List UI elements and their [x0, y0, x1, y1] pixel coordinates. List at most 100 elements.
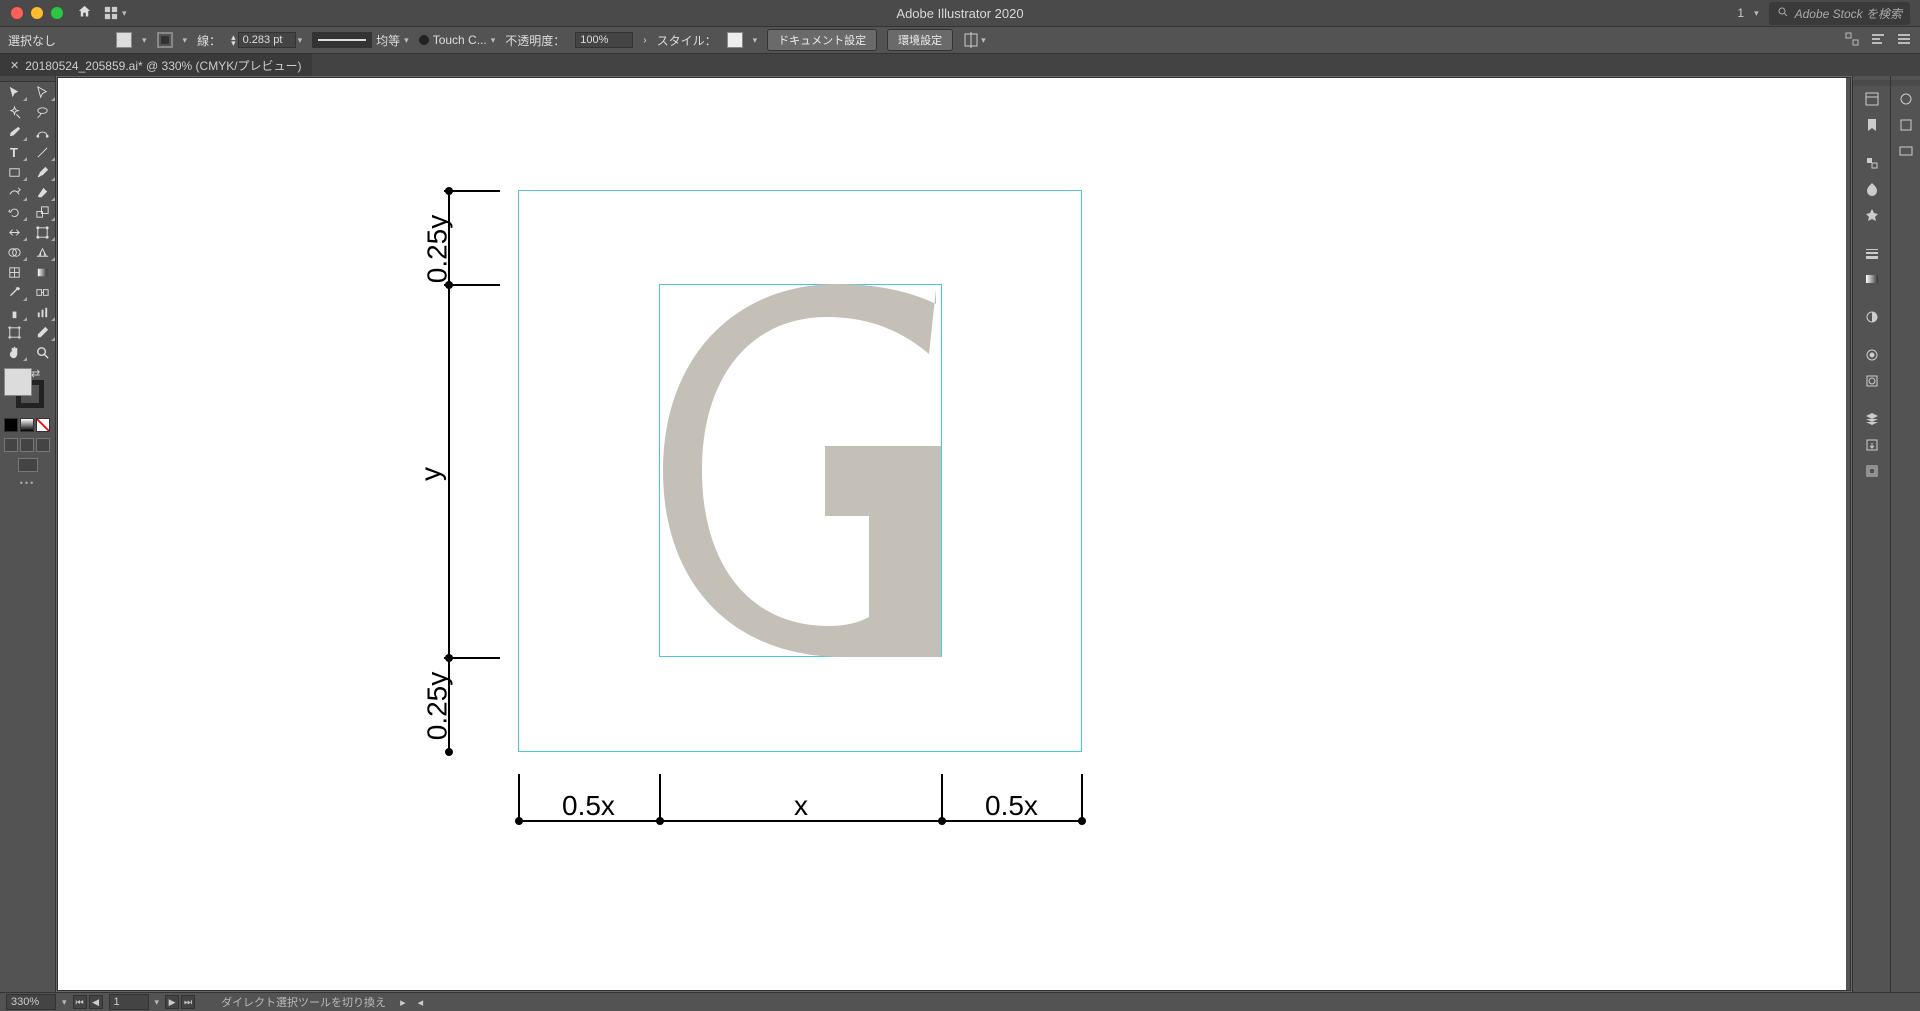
first-artboard-button[interactable]: ⏮	[73, 995, 87, 1009]
chevron-down-icon[interactable]: ▾	[753, 35, 758, 46]
status-overflow-arrow[interactable]: ◂	[418, 996, 424, 1009]
asset-export-panel-button[interactable]	[1857, 433, 1887, 457]
mesh-tool[interactable]	[0, 262, 28, 282]
eyedropper-tool[interactable]	[0, 282, 28, 302]
artboard-tool[interactable]	[0, 322, 28, 342]
stock-search[interactable]: Adobe Stock を検索	[1769, 2, 1910, 25]
panel-grip[interactable]	[1891, 80, 1920, 86]
zoom-tool[interactable]	[28, 342, 56, 362]
chevron-down-icon[interactable]: ▾	[155, 997, 160, 1008]
direct-selection-tool[interactable]	[28, 82, 56, 102]
opacity-arrow-icon[interactable]: ›	[643, 35, 646, 46]
panel-icon[interactable]	[1891, 113, 1920, 137]
status-menu-arrow[interactable]: ▸	[400, 996, 406, 1009]
appearance-panel-button[interactable]	[1857, 343, 1887, 367]
hand-tool[interactable]	[0, 342, 28, 362]
canvas[interactable]: 0.25y y 0.25y 0.5x x 0.5x	[58, 78, 1850, 990]
stroke-weight-stepper[interactable]: ▴▾ 0.283 pt ▾	[231, 32, 302, 48]
fill-color-proxy[interactable]	[4, 368, 32, 396]
draw-behind-button[interactable]	[20, 438, 34, 452]
blend-tool[interactable]	[28, 282, 56, 302]
color-solid-button[interactable]	[4, 418, 18, 432]
minimize-window-button[interactable]	[31, 7, 43, 19]
chevron-down-icon[interactable]: ▾	[183, 35, 188, 46]
gradient-panel-button[interactable]	[1857, 267, 1887, 291]
artboards-panel-button[interactable]	[1857, 459, 1887, 483]
next-artboard-button[interactable]: ▶	[165, 995, 179, 1009]
document-tab[interactable]: ✕ 20180524_205859.ai* @ 330% (CMYK/プレビュー…	[0, 54, 312, 76]
rectangle-tool[interactable]	[0, 162, 28, 182]
fill-swatch[interactable]	[116, 32, 132, 48]
selection-tool[interactable]	[0, 82, 28, 102]
transparency-panel-button[interactable]	[1857, 305, 1887, 329]
chevron-down-icon[interactable]: ▾	[142, 35, 147, 46]
type-tool[interactable]: T	[0, 142, 28, 162]
draw-normal-button[interactable]	[4, 438, 18, 452]
color-none-button[interactable]	[36, 418, 50, 432]
swap-colors-icon[interactable]: ⇄	[31, 367, 45, 381]
stroke-panel-button[interactable]	[1857, 241, 1887, 265]
libraries-panel-button[interactable]	[1857, 113, 1887, 137]
stroke-swatch[interactable]	[157, 32, 173, 48]
panel-icon[interactable]	[1891, 139, 1920, 163]
close-tab-button[interactable]: ✕	[10, 59, 19, 72]
graphic-styles-panel-button[interactable]	[1857, 369, 1887, 393]
curvature-tool[interactable]	[28, 122, 56, 142]
magic-wand-tool[interactable]	[0, 102, 28, 122]
canvas-viewport[interactable]: 0.25y y 0.25y 0.5x x 0.5x	[56, 76, 1852, 992]
shape-builder-tool[interactable]	[0, 242, 28, 262]
chevron-down-icon: ▾	[404, 35, 409, 46]
color-panel-button[interactable]	[1857, 151, 1887, 175]
glyph-g-artwork[interactable]	[663, 284, 941, 657]
brushes-panel-button[interactable]	[1857, 203, 1887, 227]
align-icon[interactable]	[1870, 31, 1886, 50]
rotate-tool[interactable]	[0, 202, 28, 222]
properties-panel-button[interactable]	[1857, 87, 1887, 111]
line-tool[interactable]	[28, 142, 56, 162]
color-gradient-button[interactable]	[20, 418, 34, 432]
free-transform-tool[interactable]	[28, 222, 56, 242]
brush-def[interactable]: Touch C... ▾	[419, 33, 496, 47]
pen-tool[interactable]	[0, 122, 28, 142]
lasso-tool[interactable]	[28, 102, 56, 122]
layers-panel-button[interactable]	[1857, 407, 1887, 431]
edit-toolbar-button[interactable]: •••	[0, 476, 55, 490]
artboard-number-input[interactable]: 1	[109, 994, 149, 1010]
close-window-button[interactable]	[11, 7, 23, 19]
panel-icon[interactable]	[1891, 87, 1920, 111]
stroke-profile[interactable]: 均等 ▾	[312, 32, 409, 49]
panel-menu-icon[interactable]	[1896, 31, 1912, 50]
stroke-weight-value[interactable]: 0.283 pt	[238, 32, 296, 48]
prev-artboard-button[interactable]: ◀	[89, 995, 103, 1009]
perspective-grid-tool[interactable]	[28, 242, 56, 262]
column-graph-tool[interactable]	[28, 302, 56, 322]
transform-icon[interactable]	[1844, 31, 1860, 50]
paintbrush-tool[interactable]	[28, 162, 56, 182]
shaper-tool[interactable]	[0, 182, 28, 202]
eraser-tool[interactable]	[28, 182, 56, 202]
preferences-button[interactable]: 環境設定	[887, 29, 953, 51]
screen-mode-button[interactable]	[0, 454, 55, 476]
gradient-tool[interactable]	[28, 262, 56, 282]
last-artboard-button[interactable]: ⏭	[181, 995, 195, 1009]
dim-tick	[1081, 774, 1083, 822]
symbol-sprayer-tool[interactable]	[0, 302, 28, 322]
workspace-switcher[interactable]: ▾	[104, 6, 127, 20]
swatches-panel-button[interactable]	[1857, 177, 1887, 201]
style-swatch[interactable]	[727, 32, 743, 48]
panel-grip[interactable]	[1853, 80, 1890, 86]
opacity-value[interactable]: 100%	[575, 32, 633, 48]
scale-tool[interactable]	[28, 202, 56, 222]
chevron-down-icon[interactable]: ▾	[62, 997, 67, 1008]
maximize-window-button[interactable]	[51, 7, 63, 19]
width-tool[interactable]	[0, 222, 28, 242]
home-button[interactable]	[77, 4, 92, 22]
chevron-down-icon[interactable]: ▾	[1754, 8, 1759, 19]
slice-tool[interactable]	[28, 322, 56, 342]
color-proxy[interactable]: ⇄	[4, 368, 44, 408]
zoom-level[interactable]: 330%	[6, 994, 56, 1010]
draw-inside-button[interactable]	[36, 438, 50, 452]
align-to-button[interactable]: ▾	[963, 32, 986, 48]
canvas-resize-handle[interactable]	[1846, 78, 1850, 990]
document-setup-button[interactable]: ドキュメント設定	[767, 29, 877, 51]
